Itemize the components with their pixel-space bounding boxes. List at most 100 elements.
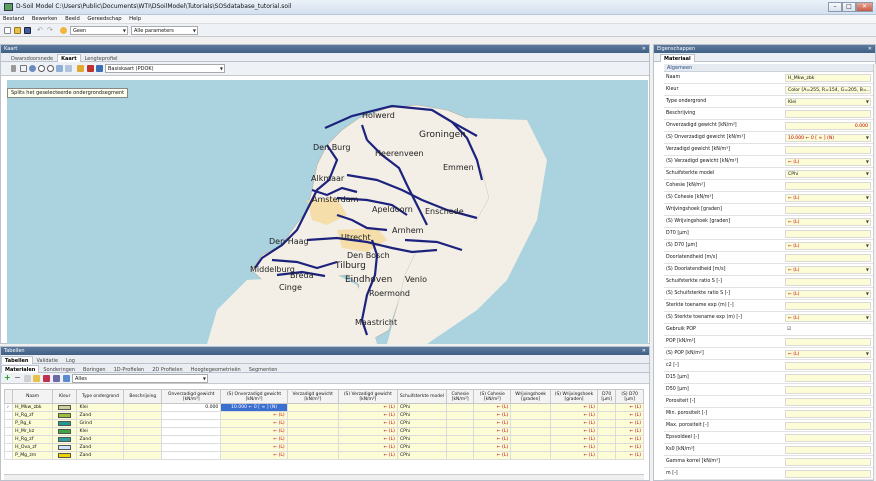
tab-log[interactable]: Log — [62, 356, 79, 364]
filter-icon[interactable] — [60, 27, 67, 34]
chevron-down-icon[interactable]: ▼ — [866, 351, 869, 356]
cell-s-verzadigd[interactable]: ← (L) — [337, 451, 398, 460]
map-svg[interactable]: Holwerd Groningen Den Burg Heerenveen Em… — [7, 80, 648, 344]
cell-s-onverzadigd[interactable]: ← (L) — [220, 427, 288, 436]
tab-hoogtegeometrieen[interactable]: Hoogtegeometrieën — [187, 365, 245, 373]
cell-s-verzadigd[interactable]: ← (L) — [337, 443, 398, 452]
cell-s-verzadigd[interactable]: ← (L) — [337, 427, 398, 436]
column-header[interactable]: Wrijvingshoek [graden] — [510, 389, 551, 404]
chevron-down-icon[interactable]: ▼ — [866, 135, 869, 140]
cell-verzadigd[interactable] — [286, 443, 339, 452]
menu-help[interactable]: Help — [126, 15, 144, 23]
property-value[interactable] — [785, 278, 871, 286]
property-value[interactable] — [785, 206, 871, 214]
property-value[interactable]: ← (L) ▼ — [785, 158, 871, 166]
cell-s-wrijvingshoek[interactable]: ← (L) — [550, 427, 598, 436]
cell-kleur[interactable] — [51, 411, 78, 420]
cell-schuifsterkte-model[interactable]: CPhi — [396, 411, 447, 420]
cell-verzadigd[interactable] — [286, 435, 339, 444]
cell-beschrijving[interactable] — [123, 451, 163, 460]
property-value[interactable]: H_Mkw_zbk — [785, 74, 871, 82]
property-value[interactable]: ← (L) ▼ — [785, 194, 871, 202]
tab-2d-profielen[interactable]: 2D Profielen — [148, 365, 186, 373]
save-icon[interactable] — [24, 27, 31, 34]
property-value[interactable] — [785, 110, 871, 118]
zoom-in-icon[interactable] — [38, 65, 45, 72]
cell-cohesie[interactable] — [445, 451, 475, 460]
tab-materialen[interactable]: Materialen — [1, 365, 40, 373]
cell-s-verzadigd[interactable]: ← (L) — [337, 435, 398, 444]
basemap-combo[interactable]: Basiskaart (PDOK) ▼ — [105, 64, 225, 73]
cell-type[interactable]: Zand — [76, 443, 125, 452]
property-value[interactable] — [785, 422, 871, 430]
property-value[interactable]: ← (L) ▼ — [785, 350, 871, 358]
property-value[interactable] — [785, 254, 871, 262]
cell-onverzadigd[interactable] — [161, 443, 222, 452]
cell-naam[interactable]: H_Mr_kz — [12, 427, 53, 436]
property-value[interactable] — [785, 470, 871, 478]
row-selector[interactable] — [4, 435, 14, 444]
tab-dwarsdoorsnede[interactable]: Dwarsdoorsnede — [7, 54, 57, 62]
property-value[interactable] — [785, 146, 871, 154]
cell-kleur[interactable] — [51, 443, 78, 452]
close-panel-icon[interactable]: ✕ — [642, 348, 646, 354]
cell-s-cohesie[interactable]: ← (L) — [473, 451, 512, 460]
cell-d70[interactable] — [596, 443, 617, 452]
cell-cohesie[interactable] — [445, 419, 475, 428]
property-value[interactable] — [785, 386, 871, 394]
column-header[interactable]: (S) D70 [μm] — [615, 389, 644, 404]
property-value[interactable] — [785, 374, 871, 382]
cell-s-cohesie[interactable]: ← (L) — [473, 435, 512, 444]
parameters-combo[interactable]: Alle parameters ▼ — [131, 26, 198, 35]
add-icon[interactable]: + — [4, 374, 11, 382]
property-value[interactable]: 10.000 ← 0 [ ≈ ] (N) ▼ — [785, 134, 871, 142]
cell-beschrijving[interactable] — [123, 411, 163, 420]
cell-s-cohesie[interactable]: ← (L) — [473, 427, 512, 436]
cell-d70[interactable] — [596, 419, 617, 428]
cell-s-d70[interactable]: ← (L) — [615, 451, 644, 460]
cell-beschrijving[interactable] — [123, 435, 163, 444]
cell-verzadigd[interactable] — [286, 403, 339, 412]
tab-materiaal[interactable]: Materiaal — [660, 54, 695, 62]
property-value[interactable] — [785, 338, 871, 346]
column-header[interactable]: D70 [μm] — [596, 389, 617, 404]
cell-s-verzadigd[interactable]: ← (L) — [337, 403, 398, 412]
property-value[interactable]: ← (L) ▼ — [785, 314, 871, 322]
property-value[interactable]: Color [A=255, R=154, G=205, B=... — [785, 86, 871, 94]
cell-verzadigd[interactable] — [286, 419, 339, 428]
row-selector[interactable] — [4, 451, 14, 460]
chevron-down-icon[interactable]: ▼ — [866, 99, 869, 104]
column-header[interactable]: (S) Cohesie [kN/m²] — [473, 389, 512, 404]
cell-s-onverzadigd[interactable]: 10.000 ← 0 [ ≈ ] (N) — [220, 403, 288, 412]
cell-s-d70[interactable]: ← (L) — [615, 419, 644, 428]
column-header[interactable]: Beschrijving — [123, 389, 163, 404]
row-selector[interactable]: › — [4, 403, 14, 412]
row-selector[interactable] — [4, 419, 14, 428]
horizontal-scrollbar[interactable] — [4, 474, 644, 480]
table-row[interactable]: P_Mg_zm Zand ← (L) ← (L) CPhi ← (L) ← (L) ← (L) — [4, 451, 644, 460]
cell-wrijvingshoek[interactable] — [510, 411, 551, 420]
add-segment-icon[interactable] — [77, 65, 84, 72]
chevron-down-icon[interactable]: ▼ — [866, 243, 869, 248]
cell-onverzadigd[interactable] — [161, 419, 222, 428]
cell-s-d70[interactable]: ← (L) — [615, 443, 644, 452]
table-row[interactable]: › H_Mkw_zbk Klei 0.000 10.000 ← 0 [ ≈ ] (N) ←… — [4, 403, 644, 412]
tab-1d-profielen[interactable]: 1D-Profielen — [110, 365, 149, 373]
cell-s-onverzadigd[interactable]: ← (L) — [220, 411, 288, 420]
cell-d70[interactable] — [596, 403, 617, 412]
cell-type[interactable]: Klei — [76, 403, 125, 412]
cell-cohesie[interactable] — [445, 435, 475, 444]
cell-onverzadigd[interactable]: 0.000 — [161, 403, 222, 412]
tab-sonderingen[interactable]: Sonderingen — [39, 365, 79, 373]
cell-schuifsterkte-model[interactable]: CPhi — [396, 427, 447, 436]
cell-onverzadigd[interactable] — [161, 435, 222, 444]
chevron-down-icon[interactable]: ▼ — [866, 291, 869, 296]
cell-cohesie[interactable] — [445, 427, 475, 436]
select-icon[interactable] — [20, 65, 27, 72]
cell-beschrijving[interactable] — [123, 403, 163, 412]
menu-gereedschap[interactable]: Gereedschap — [84, 15, 124, 23]
close-button[interactable]: ✕ — [856, 2, 873, 12]
close-panel-icon[interactable]: ✕ — [868, 46, 872, 52]
cell-onverzadigd[interactable] — [161, 411, 222, 420]
table-row[interactable]: P_Rg_k Grind ← (L) ← (L) CPhi ← (L) ← (L) ← (L) — [4, 419, 644, 428]
